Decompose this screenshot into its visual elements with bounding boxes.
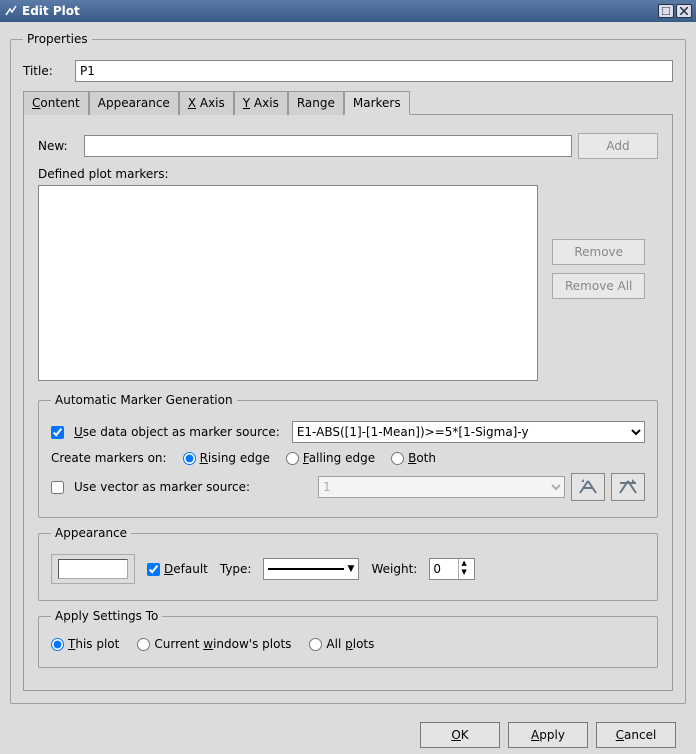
appearance-legend: Appearance: [51, 526, 131, 540]
weight-label: Weight:: [371, 562, 417, 576]
ok-button[interactable]: OK: [420, 722, 500, 748]
spinner-down-icon[interactable]: ▼: [459, 568, 468, 577]
cancel-button[interactable]: Cancel: [596, 722, 676, 748]
vector-source-combo[interactable]: 1: [318, 476, 565, 498]
apply-button[interactable]: Apply: [508, 722, 588, 748]
falling-edge-radio[interactable]: [286, 452, 299, 465]
window-plots-radio[interactable]: [137, 638, 150, 651]
tab-range[interactable]: Range: [288, 91, 344, 115]
new-marker-label: New:: [38, 139, 78, 153]
vector-tool-b-icon[interactable]: [611, 473, 645, 501]
rising-edge-radio-label[interactable]: Rising edge: [183, 451, 270, 465]
remove-all-button[interactable]: Remove All: [552, 273, 645, 299]
markers-panel: New: Add Defined plot markers: Remove Re…: [23, 115, 673, 691]
apply-to-legend: Apply Settings To: [51, 609, 162, 623]
use-vector-label: Use vector as marker source:: [74, 480, 312, 494]
title-input[interactable]: [75, 60, 673, 82]
type-label: Type:: [220, 562, 252, 576]
all-plots-radio[interactable]: [309, 638, 322, 651]
dialog-button-bar: OK Apply Cancel: [10, 712, 686, 748]
app-icon: [4, 4, 18, 18]
create-markers-on-label: Create markers on:: [51, 451, 167, 465]
use-data-object-label: Use data object as marker source:: [74, 425, 280, 439]
data-source-combo[interactable]: E1-ABS([1]-[1-Mean])>=5*[1-Sigma]-y: [292, 421, 645, 443]
defined-markers-label: Defined plot markers:: [38, 167, 658, 181]
appearance-group: Appearance Default Type: ▼ Weight: ▲▼: [38, 526, 658, 601]
auto-marker-legend: Automatic Marker Generation: [51, 393, 237, 407]
line-type-preview: [268, 568, 343, 570]
tab-markers[interactable]: Markers: [344, 91, 410, 115]
remove-button[interactable]: Remove: [552, 239, 645, 265]
tab-x-axis[interactable]: X Axis: [179, 91, 234, 115]
falling-edge-radio-label[interactable]: Falling edge: [286, 451, 375, 465]
window-titlebar: Edit Plot: [0, 0, 696, 22]
window-plots-radio-label[interactable]: Current window's plots: [137, 637, 291, 651]
window-maximize-icon[interactable]: [658, 4, 674, 18]
this-plot-radio[interactable]: [51, 638, 64, 651]
tab-y-axis[interactable]: Y Axis: [234, 91, 288, 115]
line-type-combo[interactable]: ▼: [263, 558, 359, 580]
both-radio-label[interactable]: Both: [391, 451, 436, 465]
defined-markers-list[interactable]: [38, 185, 538, 381]
tab-appearance[interactable]: Appearance: [89, 91, 179, 115]
add-button[interactable]: Add: [578, 133, 658, 159]
both-radio[interactable]: [391, 452, 404, 465]
tab-bar: Content Appearance X Axis Y Axis Range M…: [23, 90, 673, 115]
properties-group: Properties Title: Content Appearance X A…: [10, 32, 686, 704]
chevron-down-icon: ▼: [348, 564, 355, 574]
color-swatch[interactable]: [58, 559, 128, 579]
rising-edge-radio[interactable]: [183, 452, 196, 465]
properties-legend: Properties: [23, 32, 92, 46]
window-close-icon[interactable]: [676, 4, 692, 18]
spinner-up-icon[interactable]: ▲: [459, 559, 468, 568]
this-plot-radio-label[interactable]: This plot: [51, 637, 119, 651]
color-swatch-container[interactable]: [51, 554, 135, 584]
all-plots-radio-label[interactable]: All plots: [309, 637, 374, 651]
default-checkbox[interactable]: [147, 563, 160, 576]
tab-content[interactable]: Content: [23, 91, 89, 115]
use-data-object-checkbox[interactable]: [51, 426, 64, 439]
vector-tool-a-icon[interactable]: [571, 473, 605, 501]
auto-marker-group: Automatic Marker Generation Use data obj…: [38, 393, 658, 518]
new-marker-input[interactable]: [84, 135, 572, 157]
default-checkbox-label[interactable]: Default: [147, 562, 208, 576]
weight-spinner[interactable]: ▲▼: [429, 558, 475, 580]
title-label: Title:: [23, 64, 69, 78]
window-title: Edit Plot: [22, 4, 656, 18]
weight-input[interactable]: [430, 559, 458, 579]
use-vector-checkbox[interactable]: [51, 481, 64, 494]
apply-to-group: Apply Settings To This plot Current wind…: [38, 609, 658, 668]
